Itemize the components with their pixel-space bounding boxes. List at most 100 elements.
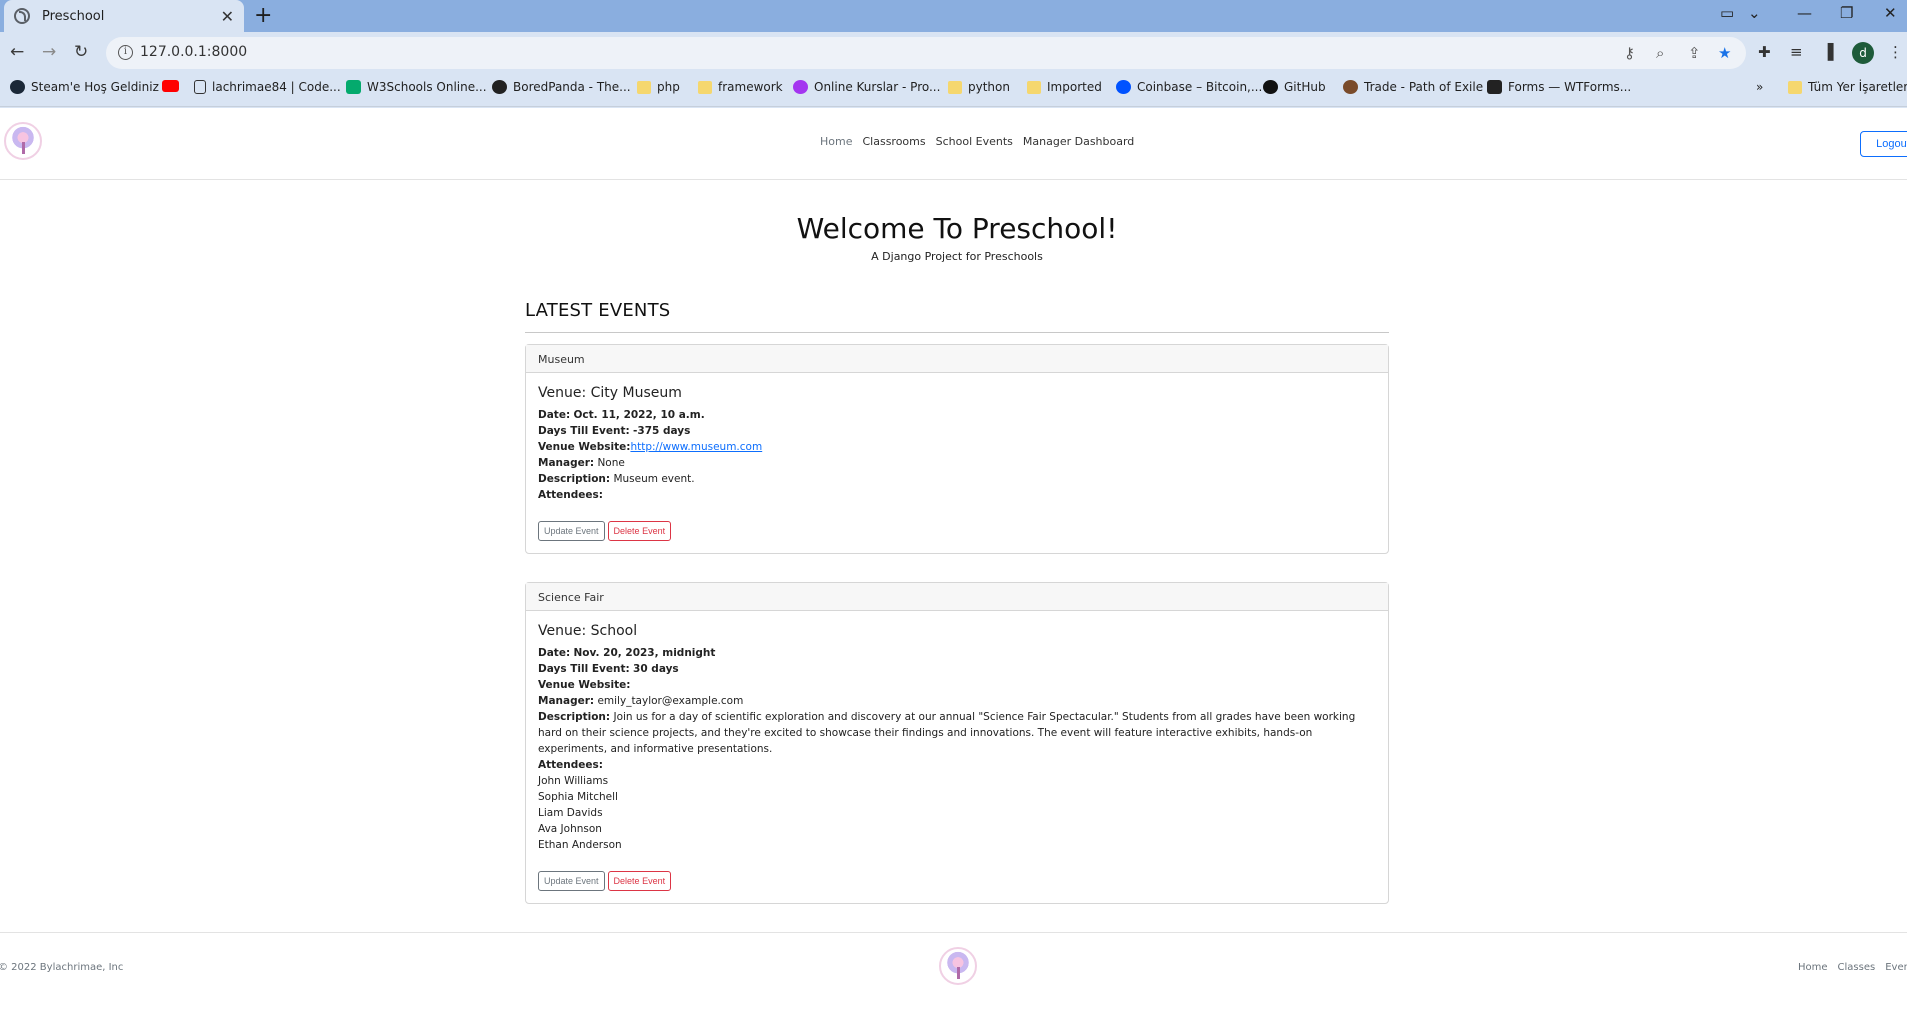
main-nav: Home Classrooms School Events Manager Da… (820, 135, 1134, 148)
trade-icon (1343, 80, 1358, 94)
date-value: Nov. 20, 2023, midnight (573, 647, 716, 659)
event-name: Science Fair (526, 583, 1388, 611)
preschool-logo-icon[interactable] (4, 122, 42, 160)
wtforms-icon (1487, 80, 1502, 94)
manager-value: emily_taylor@example.com (597, 695, 744, 707)
bookmark-folder-python[interactable]: python (948, 80, 1010, 94)
bookmark-label: framework (718, 80, 783, 94)
site-header: Home Classrooms School Events Manager Da… (0, 108, 1907, 180)
event-manager-row: Manager: emily_taylor@example.com (538, 693, 1376, 709)
bookmark-w3schools[interactable]: W3Schools Online... (346, 80, 487, 94)
update-event-button[interactable]: Update Event (538, 871, 605, 891)
bookmark-trade-poe[interactable]: Trade - Path of Exile (1343, 80, 1483, 94)
event-card-science-fair: Science Fair Venue: School Date: Nov. 20… (525, 582, 1389, 904)
days-value: -375 days (633, 425, 691, 437)
close-tab-icon[interactable]: ✕ (221, 7, 234, 26)
forward-icon[interactable]: → (42, 42, 56, 62)
bookmark-label: BoredPanda - The... (513, 80, 631, 94)
delete-event-button[interactable]: Delete Event (607, 871, 672, 891)
profile-avatar[interactable]: d (1852, 42, 1874, 64)
chevron-down-icon[interactable]: ⌄ (1748, 4, 1761, 22)
event-days-row: Days Till Event: -375 days (538, 423, 1376, 439)
steam-icon (10, 80, 25, 94)
address-bar[interactable]: i 127.0.0.1:8000 ⚷ ⌕ ⇪ ★ (106, 37, 1746, 69)
tab-search-icon[interactable]: ▭ (1720, 4, 1734, 22)
date-value: Oct. 11, 2022, 10 a.m. (573, 409, 705, 421)
restore-icon[interactable]: ❐ (1840, 4, 1853, 22)
reading-list-icon[interactable]: ≡ (1790, 44, 1803, 60)
bookmark-label: php (657, 80, 680, 94)
event-body: Venue: City Museum Date: Oct. 11, 2022, … (526, 373, 1388, 553)
bookmark-udemy[interactable]: Online Kurslar - Pro... (793, 80, 940, 94)
close-window-icon[interactable]: ✕ (1884, 4, 1897, 22)
bookmark-boredpanda[interactable]: BoredPanda - The... (492, 80, 631, 94)
bookmark-github[interactable]: GitHub (1263, 80, 1326, 94)
extensions-icon[interactable]: ✚ (1758, 44, 1771, 60)
bookmark-wtforms[interactable]: Forms — WTForms... (1487, 80, 1631, 94)
code-icon (194, 80, 206, 94)
minimize-icon[interactable]: — (1797, 4, 1812, 22)
page-favicon-icon (14, 8, 30, 24)
bookmark-coinbase[interactable]: Coinbase – Bitcoin,... (1116, 80, 1262, 94)
event-card-museum: Museum Venue: City Museum Date: Oct. 11,… (525, 344, 1389, 554)
bookmark-codepen[interactable]: lachrimae84 | Code... (194, 80, 341, 94)
attendee-item: Ava Johnson (538, 823, 602, 835)
footer-events-link[interactable]: Events (1885, 962, 1907, 973)
bookmark-label: python (968, 80, 1010, 94)
site-info-icon[interactable]: i (118, 45, 133, 60)
browser-tab[interactable]: Preschool ✕ (4, 0, 244, 32)
nav-home-link[interactable]: Home (820, 135, 852, 148)
bookmark-folder-imported[interactable]: Imported (1027, 80, 1102, 94)
bookmark-label: W3Schools Online... (367, 80, 487, 94)
new-tab-icon[interactable]: + (254, 4, 272, 28)
logout-button[interactable]: Logout (1860, 131, 1907, 157)
website-label: Venue Website: (538, 441, 631, 453)
attendee-item: Ethan Anderson (538, 839, 622, 851)
bookmark-folder-php[interactable]: php (637, 80, 680, 94)
description-label: Description: (538, 473, 611, 485)
browser-chrome: Preschool ✕ + ▭ ⌄ — ❐ ✕ ← → ↻ i 127.0.0.… (0, 0, 1907, 108)
github-icon (1263, 80, 1278, 94)
url-text[interactable]: 127.0.0.1:8000 (140, 44, 247, 60)
attendee-item: Sophia Mitchell (538, 791, 618, 803)
footer-divider (0, 932, 1907, 933)
more-bookmarks-icon[interactable]: » (1756, 80, 1763, 94)
nav-manager-dashboard-link[interactable]: Manager Dashboard (1023, 135, 1134, 148)
reload-icon[interactable]: ↻ (74, 42, 88, 62)
bookmark-star-icon[interactable]: ★ (1718, 45, 1731, 61)
event-name: Museum (526, 345, 1388, 373)
bookmark-label: Forms — WTForms... (1508, 80, 1632, 94)
footer-home-link[interactable]: Home (1798, 962, 1828, 973)
footer-classes-link[interactable]: Classes (1838, 962, 1876, 973)
event-actions: Update Event Delete Event (538, 871, 1376, 891)
latest-events-heading: LATEST EVENTS (525, 300, 671, 321)
folder-icon (698, 80, 712, 94)
share-icon[interactable]: ⇪ (1688, 45, 1701, 61)
delete-event-button[interactable]: Delete Event (607, 521, 672, 541)
event-actions: Update Event Delete Event (538, 521, 1376, 541)
event-venue: Venue: School (538, 623, 638, 639)
menu-kebab-icon[interactable]: ⋮ (1888, 44, 1903, 60)
back-icon[interactable]: ← (10, 42, 24, 62)
tab-strip: Preschool ✕ + ▭ ⌄ — ❐ ✕ (0, 0, 1907, 32)
bookmark-folder-framework[interactable]: framework (698, 80, 783, 94)
key-icon[interactable]: ⚷ (1624, 45, 1635, 61)
event-date-row: Date: Oct. 11, 2022, 10 a.m. (538, 407, 1376, 423)
description-value: Museum event. (613, 473, 695, 485)
event-body: Venue: School Date: Nov. 20, 2023, midni… (526, 611, 1388, 903)
venue-website-link[interactable]: http://www.museum.com (630, 441, 762, 453)
attendees-label: Attendees: (538, 759, 603, 771)
manager-label: Manager: (538, 695, 595, 707)
nav-classrooms-link[interactable]: Classrooms (862, 135, 925, 148)
bookmark-youtube[interactable] (162, 80, 179, 92)
page-content: Home Classrooms School Events Manager Da… (0, 108, 1907, 1031)
side-panel-icon[interactable]: ▐ (1822, 44, 1834, 60)
days-label: Days Till Event: (538, 663, 630, 675)
update-event-button[interactable]: Update Event (538, 521, 605, 541)
zoom-icon[interactable]: ⌕ (1656, 45, 1664, 61)
bookmark-steam[interactable]: Steam'e Hoş Geldiniz (10, 80, 159, 94)
bookmark-label: Coinbase – Bitcoin,... (1137, 80, 1263, 94)
footer-logo-icon[interactable] (939, 947, 977, 985)
bookmark-folder-all[interactable]: Tüm Yer İşaretleri (1788, 80, 1907, 94)
nav-school-events-link[interactable]: School Events (936, 135, 1013, 148)
